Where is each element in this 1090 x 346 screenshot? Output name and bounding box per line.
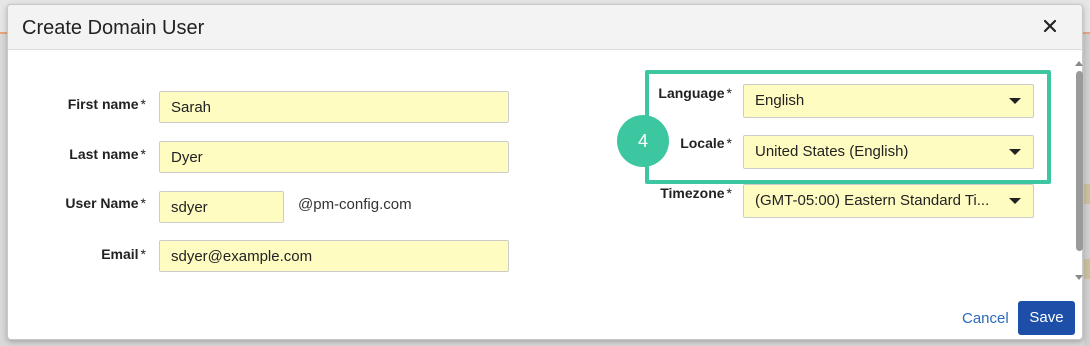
close-icon[interactable]	[1040, 16, 1060, 36]
timezone-select[interactable]: (GMT-05:00) Eastern Standard Ti...	[743, 184, 1034, 218]
user-name-label: User Name *	[65, 195, 146, 211]
dialog-header: Create Domain User	[8, 5, 1082, 50]
first-name-label: First name *	[67, 96, 146, 112]
chevron-down-icon	[1009, 198, 1021, 204]
user-name-field[interactable]	[159, 191, 284, 223]
timezone-label: Timezone *	[660, 185, 732, 201]
cancel-button[interactable]: Cancel	[962, 310, 1009, 327]
scrollbar-thumb[interactable]	[1076, 71, 1083, 251]
first-name-field[interactable]	[159, 91, 509, 123]
timezone-value: (GMT-05:00) Eastern Standard Ti...	[755, 192, 990, 209]
last-name-label: Last name *	[69, 146, 146, 162]
email-field[interactable]	[159, 240, 509, 272]
tutorial-highlight-box	[645, 70, 1051, 184]
scroll-down-arrow-icon[interactable]	[1075, 275, 1083, 280]
scroll-up-arrow-icon[interactable]	[1075, 61, 1083, 66]
save-button[interactable]: Save	[1018, 301, 1075, 335]
create-domain-user-dialog: Create Domain User First name* Last name…	[7, 4, 1083, 340]
email-label: Email *	[101, 246, 146, 262]
dialog-title: Create Domain User	[22, 17, 205, 39]
user-name-domain-suffix: @pm-config.com	[298, 196, 412, 213]
step-number-badge: 4	[617, 115, 669, 167]
dialog-scrollbar[interactable]	[1074, 55, 1086, 287]
last-name-field[interactable]	[159, 141, 509, 173]
